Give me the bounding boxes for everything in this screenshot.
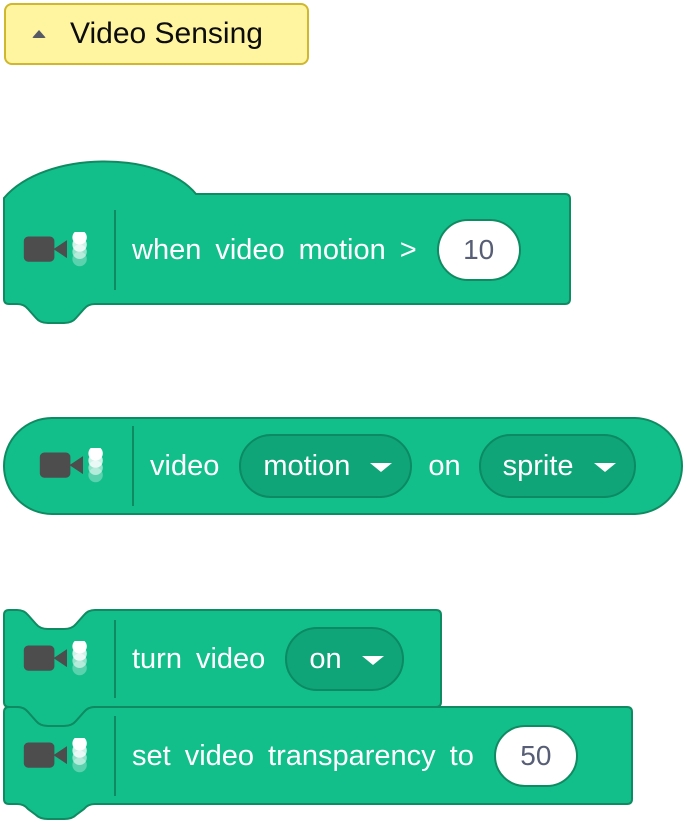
block-text-video: video	[184, 739, 255, 772]
video-camera-icon	[23, 738, 87, 773]
transparency-value-input[interactable]: 50	[493, 725, 578, 787]
block-text-to: to	[449, 739, 474, 772]
command-block-shape	[3, 706, 633, 820]
block-separator	[114, 716, 116, 796]
block-text-transparency: transparency	[268, 739, 436, 772]
block-text-set: set	[132, 739, 171, 772]
set-video-transparency-command-block[interactable]: set video transparency to 50	[0, 0, 686, 822]
